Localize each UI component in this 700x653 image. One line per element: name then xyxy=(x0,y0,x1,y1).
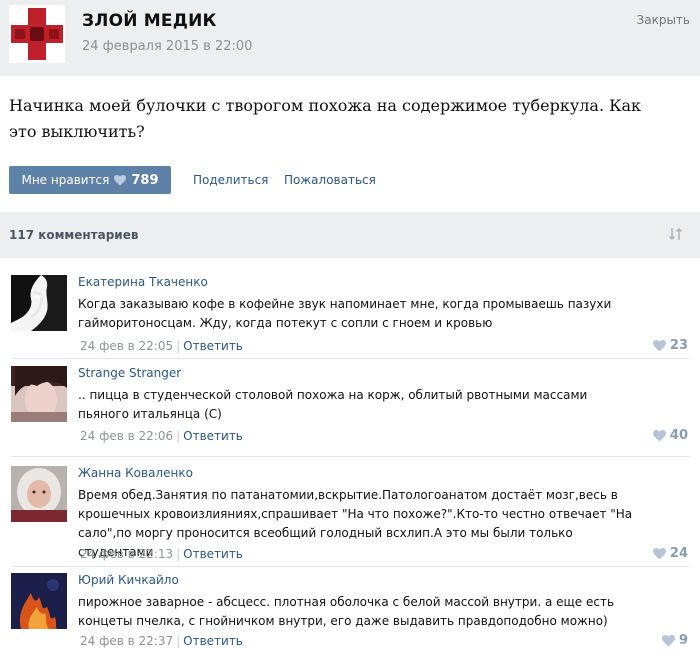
fire-photo-icon xyxy=(11,573,67,629)
reply-link[interactable]: Ответить xyxy=(183,547,243,561)
person-photo-icon xyxy=(11,466,67,522)
comment-time[interactable]: 24 фев в 22:37 xyxy=(80,634,173,648)
comment-meta: 24 фев в 22:13 | Ответить xyxy=(80,547,243,561)
meta-separator: | xyxy=(176,429,181,443)
comment-text: .. пицца в студенческой столовой похожа … xyxy=(78,388,588,421)
heart-icon xyxy=(652,547,666,559)
meta-separator: | xyxy=(176,339,181,353)
comment-like-count: 40 xyxy=(669,428,688,443)
commenter-name[interactable]: Екатерина Ткаченко xyxy=(78,275,208,289)
comment-divider xyxy=(11,456,689,457)
comment-time[interactable]: 24 фев в 22:05 xyxy=(80,339,173,353)
heart-icon xyxy=(661,634,675,646)
commenter-name[interactable]: Жанна Коваленко xyxy=(78,466,193,480)
comment-time[interactable]: 24 фев в 22:06 xyxy=(80,429,173,443)
comment-like-button[interactable]: 24 xyxy=(652,546,688,561)
red-cross-core xyxy=(30,27,44,41)
comment-time[interactable]: 24 фев в 22:13 xyxy=(80,547,173,561)
comment-like-button[interactable]: 40 xyxy=(652,428,688,443)
comment-like-button[interactable]: 23 xyxy=(652,338,688,353)
commenter-avatar[interactable] xyxy=(11,466,67,522)
meta-separator: | xyxy=(176,634,181,648)
close-button[interactable]: Закрыть xyxy=(637,13,690,27)
commenter-avatar[interactable] xyxy=(11,275,67,331)
red-cross-shade-left xyxy=(15,29,25,39)
comment-like-count: 24 xyxy=(669,546,688,561)
commenter-avatar[interactable] xyxy=(11,366,67,422)
comment-like-button[interactable]: 9 xyxy=(661,633,688,648)
comment-meta: 24 фев в 22:05 | Ответить xyxy=(80,339,243,353)
person-photo-icon xyxy=(11,366,67,422)
like-count: 789 xyxy=(131,172,159,188)
report-link[interactable]: Пожаловаться xyxy=(284,173,376,187)
comments-count[interactable]: 117 комментариев xyxy=(9,228,138,242)
comments-header: 117 комментариев xyxy=(0,212,700,258)
group-avatar[interactable] xyxy=(9,5,65,63)
comment-divider xyxy=(11,566,689,567)
heart-icon xyxy=(652,429,666,441)
commenter-name[interactable]: Юрий Кичкайло xyxy=(78,573,179,587)
like-button[interactable]: Мне нравится 789 xyxy=(9,166,171,194)
meta-separator: | xyxy=(176,547,181,561)
sort-arrows-icon[interactable] xyxy=(668,226,684,242)
red-cross-shade-right xyxy=(49,29,59,39)
comment-text: пирожное заварное - абсцесс. плотная обо… xyxy=(78,595,615,628)
comment-text: Когда заказываю кофе в кофейне звук напо… xyxy=(78,297,612,330)
post-header: ЗЛОЙ МЕДИК 24 февраля 2015 в 22:00 Закры… xyxy=(0,0,700,76)
commenter-avatar[interactable] xyxy=(11,573,67,629)
heart-icon xyxy=(652,339,666,351)
commenter-name[interactable]: Strange Stranger xyxy=(78,366,181,380)
post-text: Начинка моей булочки с творогом похожа н… xyxy=(9,96,642,141)
comment-divider xyxy=(11,358,689,359)
reply-link[interactable]: Ответить xyxy=(183,634,243,648)
comment-like-count: 9 xyxy=(678,633,688,648)
comment-meta: 24 фев в 22:06 | Ответить xyxy=(80,429,243,443)
reply-link[interactable]: Ответить xyxy=(183,429,243,443)
post-date[interactable]: 24 февраля 2015 в 22:00 xyxy=(82,39,252,54)
comment-meta: 24 фев в 22:37 | Ответить xyxy=(80,634,243,648)
reply-link[interactable]: Ответить xyxy=(183,339,243,353)
like-label: Мне нравится xyxy=(21,173,110,187)
comment-like-count: 23 xyxy=(669,338,688,353)
face-portrait-icon xyxy=(11,275,67,331)
heart-icon xyxy=(114,174,127,185)
group-name[interactable]: ЗЛОЙ МЕДИК xyxy=(82,11,217,31)
share-link[interactable]: Поделиться xyxy=(193,173,268,187)
